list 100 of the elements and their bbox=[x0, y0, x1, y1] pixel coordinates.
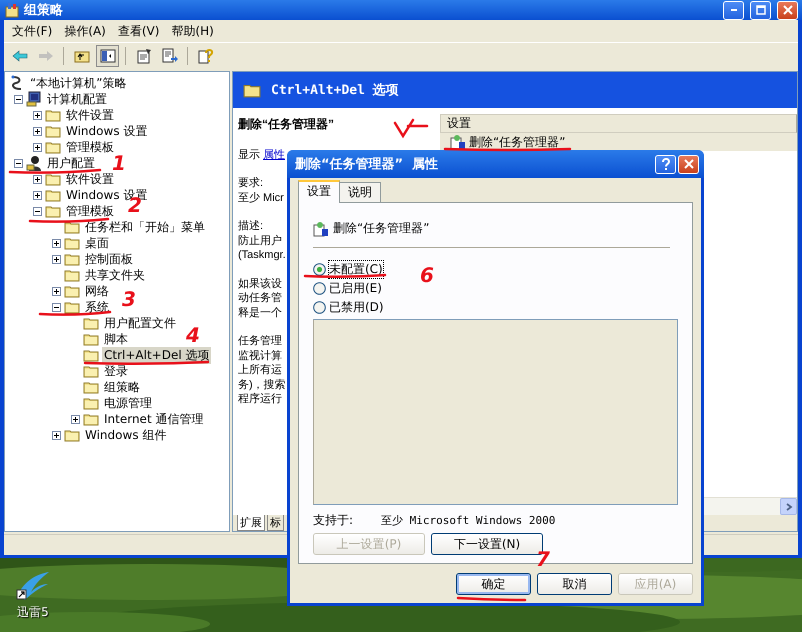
collapse-icon[interactable] bbox=[33, 206, 42, 216]
collapse-icon[interactable] bbox=[14, 158, 23, 168]
minimize-icon bbox=[730, 9, 736, 11]
radio-option[interactable]: 已启用(E) bbox=[313, 279, 382, 298]
minimize-button[interactable] bbox=[723, 0, 744, 20]
close-button[interactable] bbox=[777, 0, 798, 20]
tree-item[interactable]: Internet 通信管理 bbox=[102, 410, 206, 428]
ok-button[interactable]: 确定 bbox=[456, 573, 531, 595]
supported-value: 至少 Microsoft Windows 2000 bbox=[381, 512, 556, 528]
tree-item[interactable]: Ctrl+Alt+Del 选项 bbox=[102, 346, 212, 364]
dialog-title: 删除“任务管理器” 属性 bbox=[295, 156, 438, 173]
folder-icon bbox=[45, 108, 61, 122]
policy-icon bbox=[4, 2, 20, 18]
tree-item[interactable]: Windows 组件 bbox=[83, 426, 168, 444]
tree-item[interactable]: 控制面板 bbox=[83, 250, 135, 268]
expand-icon[interactable] bbox=[52, 254, 61, 264]
close-button[interactable] bbox=[678, 154, 699, 174]
expand-icon[interactable] bbox=[52, 430, 61, 440]
description-text: 务)，搜索 bbox=[238, 378, 286, 392]
desktop-icon-label[interactable]: 迅雷5 bbox=[17, 604, 49, 621]
bird-icon[interactable] bbox=[15, 570, 51, 602]
expand-icon[interactable] bbox=[33, 142, 42, 152]
collapse-icon[interactable] bbox=[14, 94, 23, 104]
check-mark-annotation bbox=[394, 118, 428, 138]
description-text: 监视计算 bbox=[238, 348, 282, 363]
tree-item[interactable]: 用户配置文件 bbox=[102, 314, 178, 332]
description-text: (Taskmgr. bbox=[238, 248, 286, 262]
expand-icon[interactable] bbox=[33, 126, 42, 136]
folder-icon bbox=[45, 124, 61, 138]
dialog-tab[interactable]: 说明 bbox=[339, 182, 381, 202]
help-button[interactable] bbox=[655, 154, 676, 174]
setting-name: 删除“任务管理器” bbox=[333, 220, 430, 237]
expand-icon[interactable] bbox=[52, 238, 61, 248]
tree-item[interactable]: 脚本 bbox=[102, 330, 130, 348]
menu-item[interactable]: 文件(F) bbox=[12, 22, 52, 40]
window-title: 组策略 bbox=[24, 2, 63, 19]
description-text: 防止用户 bbox=[238, 234, 282, 248]
description-text: 动任务管 bbox=[238, 291, 282, 306]
folder-icon bbox=[83, 316, 99, 330]
radio-option[interactable]: 已禁用(D) bbox=[313, 298, 384, 317]
radio-icon[interactable] bbox=[313, 301, 326, 314]
folder-icon bbox=[45, 204, 61, 218]
user-icon bbox=[26, 155, 42, 171]
tree-item[interactable]: Windows 设置 bbox=[64, 122, 150, 140]
folder-icon bbox=[83, 380, 99, 394]
annotation-number: 4 bbox=[186, 323, 200, 347]
description-text: 要求: bbox=[238, 176, 264, 190]
setting-icon bbox=[313, 221, 329, 237]
maximize-button[interactable] bbox=[750, 0, 771, 20]
collapse-icon[interactable] bbox=[52, 302, 61, 312]
view-tab[interactable]: 标 bbox=[267, 515, 284, 531]
setting-row[interactable]: 删除“任务管理器” bbox=[440, 133, 797, 151]
folder-icon bbox=[83, 396, 99, 410]
expand-icon[interactable] bbox=[71, 414, 80, 424]
folder-icon bbox=[64, 268, 80, 282]
radio-icon[interactable] bbox=[313, 282, 326, 295]
tree-item[interactable]: 组策略 bbox=[102, 378, 142, 396]
tree-item[interactable]: 网络 bbox=[83, 282, 111, 300]
tree-item[interactable]: 共享文件夹 bbox=[83, 266, 147, 284]
tree-item[interactable]: 桌面 bbox=[83, 234, 111, 252]
expand-icon[interactable] bbox=[33, 110, 42, 120]
cancel-button[interactable]: 取消 bbox=[537, 573, 612, 595]
folder-icon bbox=[64, 220, 80, 234]
expand-icon[interactable] bbox=[52, 286, 61, 296]
properties-link[interactable]: 属性 bbox=[263, 147, 285, 162]
folder-icon bbox=[83, 364, 99, 378]
folder-icon bbox=[64, 236, 80, 250]
folder-icon bbox=[243, 82, 261, 98]
folder-icon bbox=[45, 172, 61, 186]
tree-item[interactable]: 任务栏和「开始」菜单 bbox=[83, 218, 207, 236]
expand-icon[interactable] bbox=[33, 190, 42, 200]
scroll-right-icon bbox=[784, 502, 792, 510]
annotation-underline bbox=[456, 596, 526, 602]
radio-icon[interactable] bbox=[313, 263, 326, 276]
folder-icon bbox=[83, 412, 99, 426]
dialog-tab[interactable]: 设置 bbox=[298, 180, 340, 203]
tree-item[interactable]: 登录 bbox=[102, 362, 130, 380]
menu-item[interactable]: 查看(V) bbox=[118, 22, 160, 40]
help-icon bbox=[660, 158, 670, 170]
tree-item[interactable]: 用户配置 bbox=[45, 154, 97, 172]
folder-icon bbox=[83, 332, 99, 346]
menu-item[interactable]: 操作(A) bbox=[64, 22, 106, 40]
description-text: 描述: bbox=[238, 219, 264, 234]
tree-item[interactable]: 管理模板 bbox=[64, 202, 116, 220]
tree-item[interactable]: 软件设置 bbox=[64, 106, 116, 124]
description-text: 上所有运 bbox=[238, 363, 282, 378]
supported-label: 支持于: bbox=[313, 512, 354, 528]
show-label: 显示 bbox=[238, 148, 260, 162]
column-header[interactable]: 设置 bbox=[440, 114, 797, 133]
expand-icon[interactable] bbox=[33, 174, 42, 184]
tree-item[interactable]: 电源管理 bbox=[102, 394, 154, 412]
tree-item[interactable]: “本地计算机”策略 bbox=[28, 74, 128, 92]
tree-pane-icon[interactable] bbox=[96, 45, 119, 67]
folder-icon bbox=[64, 300, 80, 314]
tree-item[interactable]: 计算机配置 bbox=[45, 90, 109, 108]
description-text: 如果该设 bbox=[238, 276, 282, 291]
menu-item[interactable]: 帮助(H) bbox=[171, 22, 214, 40]
radio-option[interactable]: 未配置(C) bbox=[313, 260, 383, 279]
view-tab[interactable]: 扩展 bbox=[237, 515, 265, 531]
pane-title: Ctrl+Alt+Del 选项 bbox=[271, 82, 399, 99]
